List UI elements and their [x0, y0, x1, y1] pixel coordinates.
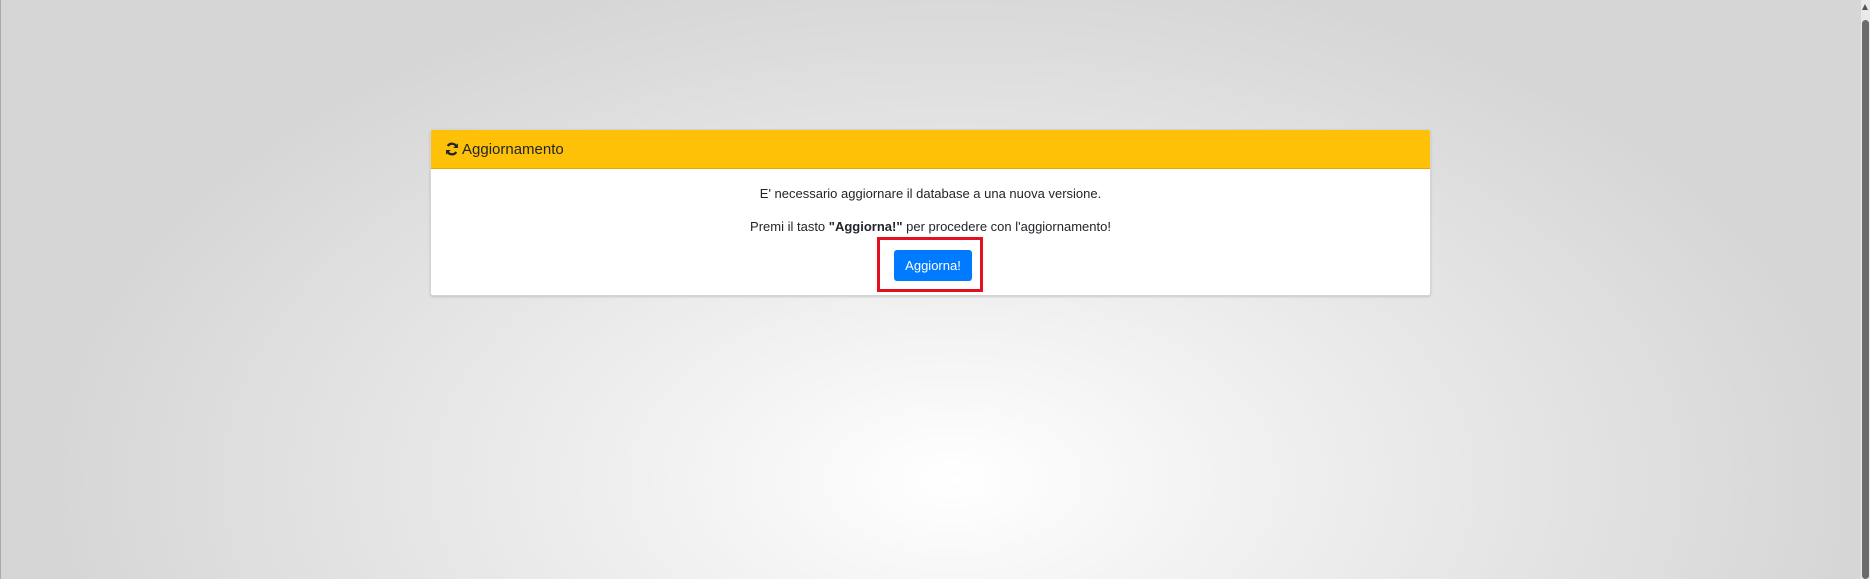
page-edge — [0, 0, 1, 579]
update-button[interactable]: Aggiorna! — [894, 250, 972, 281]
update-panel: Aggiornamento E' necessario aggiornare i… — [430, 129, 1431, 296]
update-instruction: Premi il tasto "Aggiorna!" per procedere… — [431, 218, 1430, 235]
database-update-message: E' necessario aggiornare il database a u… — [759, 186, 1102, 201]
update-button-highlight: Aggiorna! — [877, 237, 983, 292]
update-panel-body: E' necessario aggiornare il database a u… — [431, 169, 1430, 235]
update-panel-title: Aggiornamento — [462, 140, 564, 158]
vertical-scrollbar[interactable] — [1861, 0, 1870, 579]
instruction-prefix: Premi il tasto — [750, 219, 829, 234]
instruction-button-name: "Aggiorna!" — [828, 219, 903, 234]
scrollbar-thumb[interactable] — [1862, 20, 1869, 579]
instruction-suffix: per procedere con l'aggiornamento! — [902, 219, 1111, 234]
update-panel-header: Aggiornamento — [431, 130, 1430, 169]
scroll-up-arrow-icon[interactable] — [1862, 4, 1868, 10]
refresh-icon — [445, 142, 459, 156]
